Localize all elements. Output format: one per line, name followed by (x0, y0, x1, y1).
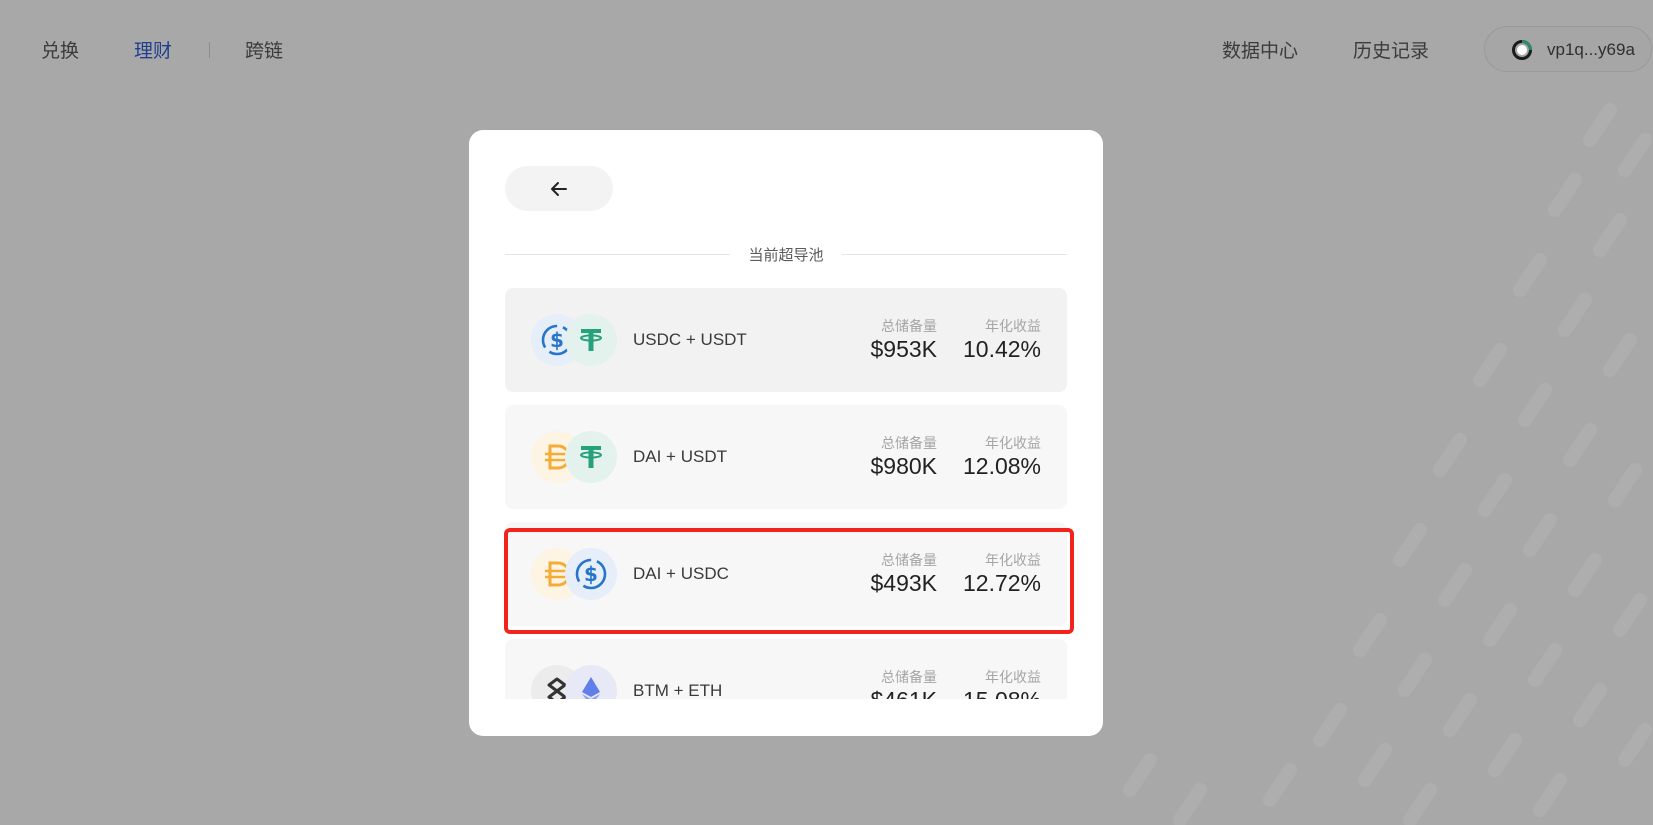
eth-icon (565, 665, 617, 699)
pool-item-btm-eth[interactable]: BTM + ETH 总储备量 $461K 年化收益 15.08% (505, 639, 1067, 699)
pool-select-modal: 当前超导池 $ USDC + USDT 总储备量 $953K 年化收益 10.4… (469, 130, 1103, 736)
pool-name: USDC + USDT (633, 330, 747, 349)
svg-text:$: $ (550, 328, 564, 352)
apy-value: 12.72% (962, 570, 1041, 596)
pool-name: DAI + USDC (633, 564, 729, 583)
reserve-value: $461K (870, 687, 937, 699)
wallet-avatar-icon (1512, 40, 1532, 60)
pool-name: BTM + ETH (633, 681, 723, 699)
reserve-value: $953K (870, 336, 937, 362)
reserve-label: 总储备量 (881, 552, 937, 568)
wallet-address: vp1q...y69a (1547, 40, 1635, 59)
reserve-label: 总储备量 (881, 318, 937, 334)
nav-swap[interactable]: 兑换 (41, 36, 79, 63)
nav-history[interactable]: 历史记录 (1353, 36, 1429, 63)
nav-data-center[interactable]: 数据中心 (1222, 36, 1298, 63)
svg-text:$: $ (584, 562, 598, 586)
apy-label: 年化收益 (985, 552, 1041, 568)
pool-list: $ USDC + USDT 总储备量 $953K 年化收益 10.42% DAI… (505, 288, 1067, 699)
apy-label: 年化收益 (985, 318, 1041, 334)
usdt-icon (565, 431, 617, 483)
pool-item-dai-usdt[interactable]: DAI + USDT 总储备量 $980K 年化收益 12.08% (505, 405, 1067, 509)
pool-item-usdc-usdt[interactable]: $ USDC + USDT 总储备量 $953K 年化收益 10.42% (505, 288, 1067, 392)
apy-value: 12.08% (962, 453, 1041, 479)
apy-value: 15.08% (963, 687, 1041, 699)
nav-crosschain[interactable]: 跨链 (245, 36, 283, 63)
section-header: 当前超导池 (505, 242, 1067, 266)
pool-name: DAI + USDT (633, 447, 727, 466)
usdt-icon (565, 314, 617, 366)
top-navbar: 兑换 理财 跨链 数据中心 历史记录 vp1q...y69a (0, 0, 1653, 100)
nav-finance[interactable]: 理财 (134, 36, 172, 63)
apy-value: 10.42% (962, 336, 1041, 362)
apy-label: 年化收益 (985, 435, 1041, 451)
reserve-value: $980K (870, 453, 937, 479)
arrow-left-icon (551, 182, 567, 196)
nav-divider (209, 42, 210, 58)
reserve-label: 总储备量 (881, 435, 937, 451)
apy-label: 年化收益 (985, 669, 1041, 685)
pool-item-dai-usdc[interactable]: $ DAI + USDC 总储备量 $493K 年化收益 12.72% (505, 522, 1067, 626)
back-button[interactable] (505, 166, 613, 211)
section-title: 当前超导池 (748, 247, 824, 264)
reserve-label: 总储备量 (881, 669, 937, 685)
reserve-value: $493K (870, 570, 937, 596)
wallet-button[interactable]: vp1q...y69a (1484, 26, 1652, 72)
usdc-icon: $ (565, 548, 617, 600)
